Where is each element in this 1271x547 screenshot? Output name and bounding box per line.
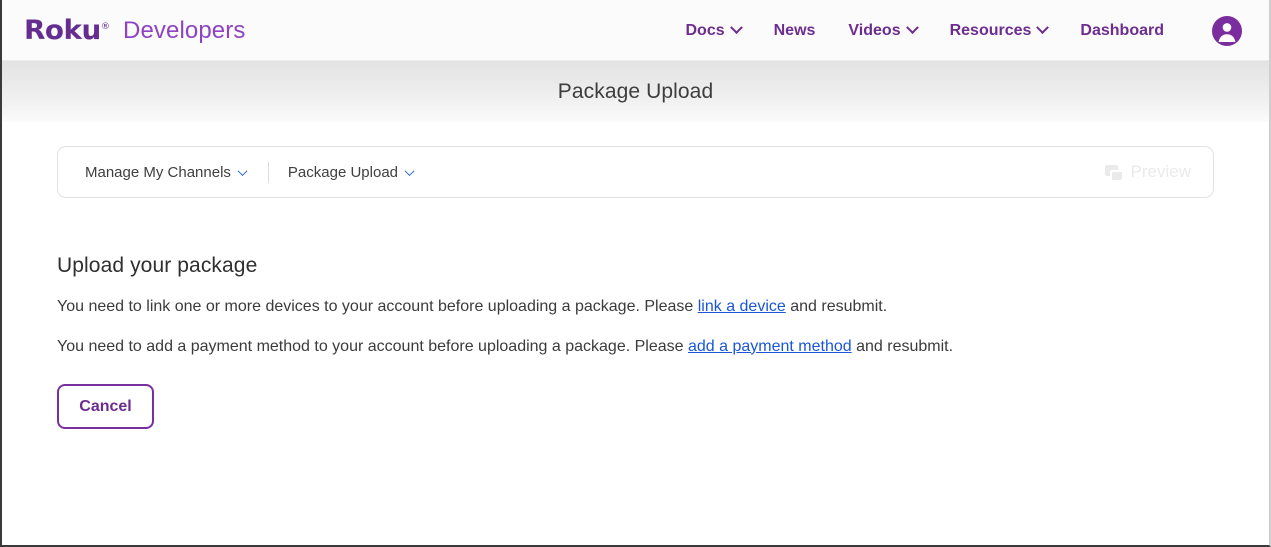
nav-label-resources: Resources (949, 21, 1032, 39)
windows-copy-icon (1104, 164, 1122, 180)
chevron-down-icon (729, 21, 743, 35)
section-title: Upload your package (57, 254, 258, 277)
chevron-down-icon (404, 165, 415, 176)
trademark-icon: ® (100, 22, 110, 32)
message-payment-method-before: You need to add a payment method to your… (57, 337, 688, 355)
nav-item-news[interactable]: News (774, 22, 816, 40)
nav-label-dashboard: Dashboard (1080, 21, 1164, 39)
nav-item-resources[interactable]: Resources (949, 21, 1050, 40)
message-payment-method-after: and resubmit. (851, 337, 954, 355)
brand-subtitle: Developers (123, 16, 246, 44)
cancel-button[interactable]: Cancel (57, 384, 154, 430)
breadcrumb-item-manage-my-channels[interactable]: Manage My Channels (85, 163, 248, 181)
brand-logo[interactable]: Roku® Developers (24, 17, 245, 44)
nav-label-videos: Videos (848, 21, 901, 39)
nav-label-news: News (773, 21, 816, 39)
site-header: Roku® Developers Docs News Videos Resour… (2, 0, 1269, 61)
user-avatar-icon (1212, 15, 1242, 46)
nav-item-dashboard[interactable]: Dashboard (1080, 22, 1164, 40)
breadcrumb: Manage My Channels Package Upload Previe… (57, 146, 1214, 198)
roku-logo: Roku® (24, 17, 110, 44)
breadcrumb-label-manage-my-channels: Manage My Channels (85, 163, 231, 181)
preview-label: Preview (1130, 162, 1191, 181)
link-a-device-link[interactable]: link a device (698, 298, 786, 315)
action-row: Cancel (57, 384, 1214, 430)
main-content: Upload your package You need to link one… (2, 254, 1269, 430)
nav-item-videos[interactable]: Videos (848, 21, 919, 40)
chevron-down-icon (905, 21, 919, 35)
page-title: Package Upload (557, 79, 714, 103)
chevron-down-icon (237, 165, 248, 176)
nav-label-docs: Docs (685, 21, 725, 39)
message-link-device-after: and resubmit. (785, 298, 888, 315)
page-root: Roku® Developers Docs News Videos Resour… (0, 0, 1271, 547)
breadcrumb-label-package-upload: Package Upload (287, 163, 398, 181)
add-a-payment-method-link[interactable]: add a payment method (688, 338, 852, 355)
message-link-device: You need to link one or more devices to … (57, 296, 1214, 318)
page-title-band: Package Upload (2, 61, 1269, 122)
preview-button: Preview (1104, 162, 1191, 182)
breadcrumb-divider (267, 161, 269, 183)
message-link-device-before: You need to link one or more devices to … (57, 298, 698, 315)
nav-item-docs[interactable]: Docs (685, 21, 743, 40)
roku-logo-text: Roku (24, 15, 101, 46)
breadcrumb-item-package-upload[interactable]: Package Upload (287, 163, 415, 181)
message-payment-method: You need to add a payment method to your… (57, 336, 1214, 358)
account-menu-button[interactable] (1211, 15, 1243, 47)
chevron-down-icon (1036, 21, 1050, 35)
primary-nav: Docs News Videos Resources Dashboard (686, 15, 1244, 47)
content-top: Manage My Channels Package Upload Previe… (2, 122, 1269, 198)
